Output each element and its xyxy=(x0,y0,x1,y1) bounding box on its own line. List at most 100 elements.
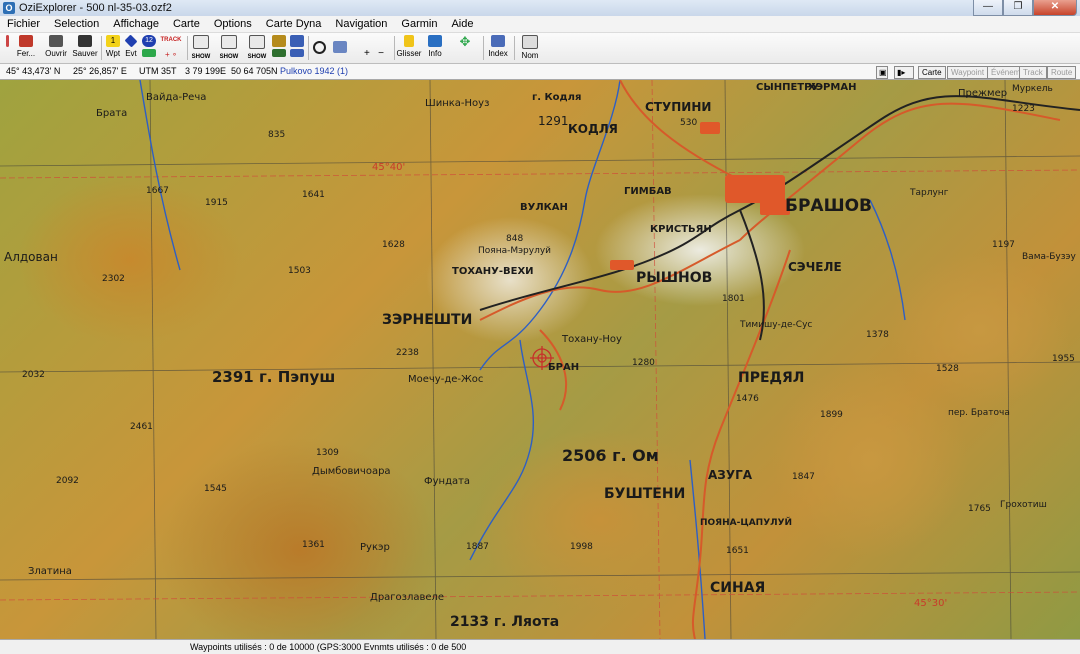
badge-12-button[interactable]: 12 xyxy=(141,34,157,62)
map-label-brasov: БРАШОВ xyxy=(785,196,872,216)
map-label-moieciu: Моечу-де-Жос xyxy=(408,374,484,385)
map-label-1641: 1641 xyxy=(302,190,325,200)
zoom-tool-button[interactable] xyxy=(312,34,326,62)
app-logo-icon: O xyxy=(3,2,15,14)
menu-fichier[interactable]: Fichier xyxy=(0,16,47,32)
carte-button[interactable]: Carte xyxy=(918,66,946,79)
easting-readout: 3 79 199E xyxy=(185,66,227,76)
track-toggle-button[interactable]: Track xyxy=(1019,66,1047,79)
track-button[interactable]: TRACK + ∘ xyxy=(158,34,184,62)
map-label-835: 835 xyxy=(268,130,286,140)
menu-garmin[interactable]: Garmin xyxy=(394,16,444,32)
menu-carte[interactable]: Carte xyxy=(166,16,207,32)
index-map-icon xyxy=(491,35,505,47)
windows-icon xyxy=(333,41,347,53)
menu-navigation[interactable]: Navigation xyxy=(328,16,394,32)
title-bar: O OziExplorer - 500 nl-35-03.ozf2 — ❐ ✕ xyxy=(0,0,1080,16)
map-overview-icon[interactable]: ▣ xyxy=(876,66,888,79)
show-waypoints-button[interactable]: SHOW xyxy=(246,34,268,62)
info-button[interactable]: Info xyxy=(425,34,445,62)
pan-arrows-icon: ✥ xyxy=(459,34,471,49)
map-label-tohanu: ТОХАНУ-ВЕХИ xyxy=(452,266,534,277)
map-label-poiana-tapului: ПОЯНА-ЦАПУЛУЙ xyxy=(700,518,793,528)
close-button[interactable]: ✕ xyxy=(1033,0,1077,16)
map-label-shinka: Шинка-Ноуз xyxy=(425,98,490,109)
name-search-icon xyxy=(522,35,538,49)
menu-carte-dyna[interactable]: Carte Dyna xyxy=(259,16,329,32)
map-label-codlea: КОДЛЯ xyxy=(568,122,618,136)
map-label-1280: 1280 xyxy=(632,358,655,368)
grip-handle[interactable] xyxy=(2,34,12,62)
glisser-button[interactable]: Glisser xyxy=(396,34,422,62)
grid-icon xyxy=(272,35,286,47)
event-diamond-icon xyxy=(124,34,138,48)
map-label-1899: 1899 xyxy=(820,410,843,420)
map-label-2092: 2092 xyxy=(56,476,79,486)
utm-zone-readout: UTM 35T xyxy=(139,66,177,76)
open-button[interactable]: Ouvrir xyxy=(44,34,68,62)
name-search-button[interactable]: Nom xyxy=(518,34,542,62)
map-label-bran: БРАН xyxy=(548,362,580,373)
map-label-1628: 1628 xyxy=(382,240,405,250)
map-label-brata: Брата xyxy=(96,108,128,119)
lock-icon xyxy=(404,35,414,47)
map-label-1291: 1291 xyxy=(538,114,569,128)
show-route-button[interactable]: SHOW xyxy=(218,34,240,62)
zoom-plus-minus[interactable]: + − xyxy=(356,49,392,61)
map-overlay xyxy=(0,80,1080,639)
map-label-zlatina: Златина xyxy=(28,566,72,577)
event-button[interactable]: Evt xyxy=(123,34,139,62)
map-label-pop-marului: Пояна-Мэрулуй xyxy=(478,246,552,256)
waypoint-toggle-button[interactable]: Waypoint xyxy=(947,66,989,79)
map-label-848: 848 xyxy=(506,234,524,244)
minimize-button[interactable]: — xyxy=(973,0,1003,16)
menu-selection[interactable]: Selection xyxy=(47,16,106,32)
map-label-dragoslavele: Драгозлавеле xyxy=(370,592,445,603)
map-label-2032: 2032 xyxy=(22,370,45,380)
map-label-1667: 1667 xyxy=(146,186,169,196)
pan-arrows-button[interactable]: ✥ xyxy=(450,34,480,62)
map-label-1503: 1503 xyxy=(288,266,311,276)
map-label-fundata: Фундата xyxy=(424,476,471,487)
save-button[interactable]: Sauver xyxy=(72,34,98,62)
map-label-cristian: КРИСТЬЯН xyxy=(650,224,712,235)
route-toggle-button[interactable]: Route xyxy=(1047,66,1077,79)
window-zoom-button[interactable] xyxy=(332,34,348,62)
map-label-1801: 1801 xyxy=(722,294,745,304)
coordinate-status-bar: 45° 43,473' N 25° 26,857' E UTM 35T 3 79… xyxy=(0,64,1080,80)
waypoint-button[interactable]: 1 Wpt xyxy=(105,34,121,62)
map-label-aldovan: Алдован xyxy=(4,250,58,264)
route-icon xyxy=(221,35,237,49)
map-grid-button[interactable] xyxy=(272,34,286,62)
graticule-45-40: 45°40' xyxy=(372,162,406,173)
list-icon xyxy=(290,35,304,47)
map-label-vama-buzau: Вама-Бузэу xyxy=(1022,252,1076,262)
map-label-sinaia: СИНАЯ xyxy=(710,580,766,596)
map-label-530: 530 xyxy=(680,118,698,128)
map-label-timisu: Тимишу-де-Сус xyxy=(740,320,813,330)
waypoint-usage-text: Waypoints utilisés : 0 de 10000 (GPS:300… xyxy=(190,642,467,652)
track-line-icon xyxy=(193,35,209,49)
folder-open-icon xyxy=(49,35,63,47)
zoom-out-button[interactable]: − xyxy=(378,48,384,59)
show-track-button[interactable]: SHOW xyxy=(190,34,212,62)
map-canvas[interactable]: БРАШОВ РЫШНОВ ПРЕДЯЛ БУШТЕНИ СИНАЯ АЗУГА… xyxy=(0,80,1080,639)
map-label-1545: 1545 xyxy=(204,484,227,494)
waypoint-list-icon xyxy=(249,35,265,49)
map-label-tohanu-nou: Тохану-Ноу xyxy=(562,334,622,345)
menu-options[interactable]: Options xyxy=(207,16,259,32)
index-button[interactable]: Index xyxy=(486,34,510,62)
map-label-baida: Вайда-Реча xyxy=(146,92,207,103)
menu-affichage[interactable]: Affichage xyxy=(106,16,166,32)
zoom-in-button[interactable]: + xyxy=(364,48,370,59)
map-label-busteni: БУШТЕНИ xyxy=(604,486,686,502)
map-label-1765: 1765 xyxy=(968,504,991,514)
longitude-readout: 25° 26,857' E xyxy=(73,66,127,76)
save-state-icon[interactable]: ▮▸ xyxy=(894,66,914,79)
map-label-1651: 1651 xyxy=(726,546,749,556)
menu-aide[interactable]: Aide xyxy=(444,16,480,32)
map-label-tarlung: Тарлунг xyxy=(910,188,949,198)
close-map-button[interactable]: Fer... xyxy=(14,34,38,62)
map-list-button[interactable] xyxy=(290,34,304,62)
maximize-button[interactable]: ❐ xyxy=(1003,0,1033,16)
